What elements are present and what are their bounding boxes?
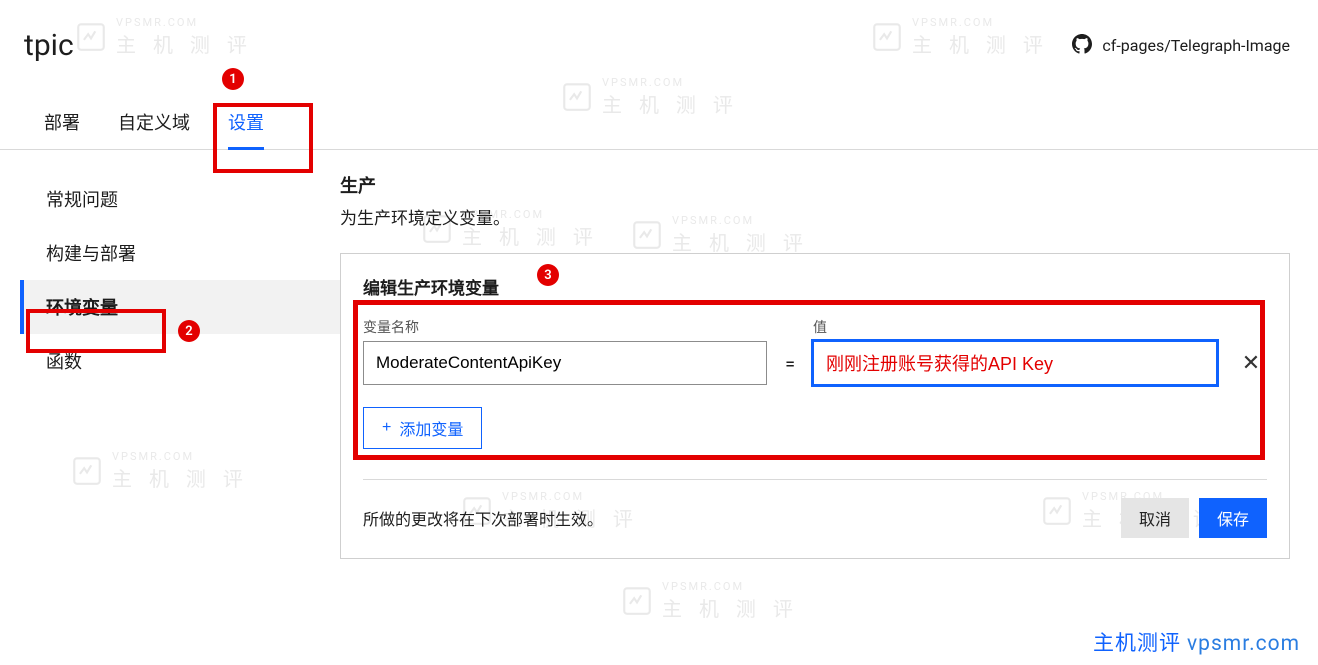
annotation-badge-1: 1: [222, 68, 244, 90]
watermark: 主机测评vpsmr.com: [1093, 627, 1300, 657]
tab-custom-domain[interactable]: 自定义域: [118, 109, 190, 149]
var-value-label: 值: [813, 317, 1217, 337]
section-title: 生产: [340, 172, 1290, 198]
sidebar-item-functions[interactable]: 函数: [20, 334, 340, 388]
settings-sidebar: 常规问题 构建与部署 环境变量 函数: [0, 172, 340, 559]
annotation-badge-2: 2: [178, 320, 200, 342]
annotation-badge-3: 3: [537, 264, 559, 286]
var-value-input[interactable]: [813, 341, 1217, 385]
sidebar-item-build-deploy[interactable]: 构建与部署: [20, 226, 340, 280]
panel-title: 编辑生产环境变量: [363, 274, 1267, 299]
remove-variable-button[interactable]: ✕: [1235, 347, 1267, 379]
repo-name: cf-pages/Telegraph-Image: [1102, 36, 1290, 55]
page-title: tpic: [24, 28, 74, 63]
section-description: 为生产环境定义变量。: [340, 204, 1290, 229]
var-name-input[interactable]: [363, 341, 767, 385]
github-icon: [1072, 34, 1092, 58]
bg-watermark: VPSMR.COM主 机 测 评: [620, 580, 799, 622]
cancel-button[interactable]: 取消: [1121, 498, 1189, 538]
variable-row: 变量名称 = 值 ✕: [363, 317, 1267, 385]
repo-link[interactable]: cf-pages/Telegraph-Image: [1072, 34, 1290, 58]
tab-deploy[interactable]: 部署: [44, 109, 80, 149]
plus-icon: +: [382, 419, 391, 437]
edit-env-panel: 编辑生产环境变量 3 变量名称 = 值 ✕ + 添加变量: [340, 253, 1290, 559]
save-note: 所做的更改将在下次部署时生效。: [363, 506, 603, 530]
close-icon: ✕: [1242, 350, 1260, 375]
panel-divider: [363, 479, 1267, 480]
save-button[interactable]: 保存: [1199, 498, 1267, 538]
add-variable-label: 添加变量: [399, 416, 463, 440]
sidebar-item-general[interactable]: 常规问题: [20, 172, 340, 226]
equals-sign: =: [785, 354, 795, 385]
add-variable-button[interactable]: + 添加变量: [363, 407, 482, 449]
tab-bar: 部署 自定义域 设置: [0, 63, 1318, 150]
tab-settings[interactable]: 设置: [228, 109, 264, 149]
var-name-label: 变量名称: [363, 317, 767, 337]
